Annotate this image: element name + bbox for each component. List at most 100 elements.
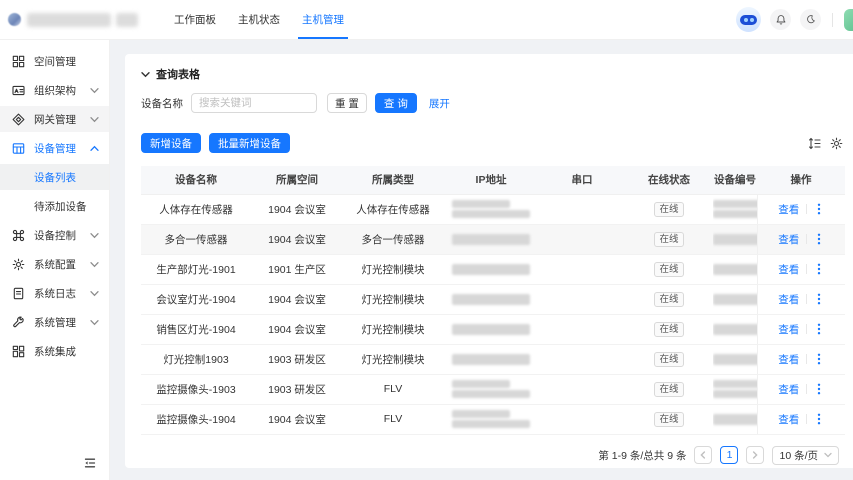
cell-space: 1901 生产区 — [251, 254, 343, 285]
view-link[interactable]: 查看 — [778, 352, 799, 367]
sidebar-item[interactable]: 设备管理 — [0, 135, 109, 161]
more-actions-dots-icon[interactable] — [814, 293, 824, 305]
query-section-toggle[interactable]: 查询表格 — [141, 66, 845, 82]
cell-type: FLV — [343, 404, 443, 435]
action-divider — [806, 204, 808, 214]
app-logo-redacted-2 — [116, 12, 138, 27]
redacted-value — [713, 200, 757, 218]
sidebar-menu: 空间管理 组织架构 网关管理 设备管理 设备列表 待添加设备 设备控制 系统配置… — [0, 48, 109, 367]
view-link[interactable]: 查看 — [778, 322, 799, 337]
top-nav-tab[interactable]: 主机管理 — [298, 0, 348, 39]
online-status-badge: 在线 — [654, 261, 684, 277]
chevron-icon — [90, 115, 99, 124]
top-nav-tab[interactable]: 主机状态 — [234, 0, 284, 39]
top-nav-tab[interactable]: 工作面板 — [170, 0, 220, 39]
table-row[interactable]: 灯光控制1903 1903 研发区 灯光控制模块 在线 查看 — [141, 344, 845, 375]
table-settings-gear-icon[interactable] — [830, 137, 843, 150]
more-actions-dots-icon[interactable] — [814, 323, 824, 335]
chevron-icon — [90, 86, 99, 95]
cell-serial — [539, 344, 625, 375]
online-status-badge: 在线 — [654, 291, 684, 307]
dark-mode-moon-icon[interactable] — [800, 9, 821, 30]
grid-icon — [12, 55, 25, 68]
sidebar-item[interactable]: 组织架构 — [0, 77, 109, 103]
sidebar-item[interactable]: 系统日志 — [0, 280, 109, 306]
page-number-1[interactable]: 1 — [720, 446, 739, 464]
cell-space: 1903 研发区 — [251, 344, 343, 375]
sidebar-item[interactable]: 设备控制 — [0, 222, 109, 248]
more-actions-dots-icon[interactable] — [814, 413, 824, 425]
cell-space: 1904 会议室 — [251, 314, 343, 345]
prev-page-button[interactable] — [694, 446, 713, 464]
table-row[interactable]: 会议室灯光-1904 1904 会议室 灯光控制模块 在线 查看 — [141, 284, 845, 315]
sidebar-item-label: 系统集成 — [34, 345, 76, 358]
notification-bell-icon[interactable] — [770, 9, 791, 30]
action-divider — [806, 384, 808, 394]
sidebar-subitem[interactable]: 设备列表 — [0, 164, 109, 190]
top-header: 工作面板 主机状态 主机管理 — [0, 0, 853, 40]
sidebar-item-label: 空间管理 — [34, 55, 76, 68]
sidebar-item[interactable]: 系统配置 — [0, 251, 109, 277]
redacted-value — [452, 200, 530, 218]
more-actions-dots-icon[interactable] — [814, 353, 824, 365]
sidebar-item[interactable]: 网关管理 — [0, 106, 109, 132]
top-nav: 工作面板 主机状态 主机管理 — [170, 0, 348, 39]
next-page-button[interactable] — [746, 446, 765, 464]
header-actions — [736, 7, 853, 32]
sidebar-subitem[interactable]: 待添加设备 — [0, 193, 109, 219]
cell-device-number-redacted — [713, 404, 757, 435]
cell-actions: 查看 — [756, 374, 845, 405]
table-row[interactable]: 监控摄像头-1904 1904 会议室 FLV 在线 查看 — [141, 404, 845, 435]
cell-serial — [539, 284, 625, 315]
table-row[interactable]: 销售区灯光-1904 1904 会议室 灯光控制模块 在线 查看 — [141, 314, 845, 345]
cell-status: 在线 — [625, 404, 713, 435]
cell-space: 1903 研发区 — [251, 374, 343, 405]
cell-status: 在线 — [625, 224, 713, 255]
redacted-value — [713, 380, 757, 398]
page-size-select[interactable]: 10 条/页 — [772, 445, 839, 465]
control-icon — [12, 229, 25, 242]
table-toolbar-icons — [808, 137, 845, 150]
view-link[interactable]: 查看 — [778, 262, 799, 277]
table-row[interactable]: 人体存在传感器 1904 会议室 人体存在传感器 在线 查看 — [141, 194, 845, 225]
view-link[interactable]: 查看 — [778, 292, 799, 307]
view-link[interactable]: 查看 — [778, 202, 799, 217]
row-density-icon[interactable] — [808, 137, 821, 150]
cell-type: 灯光控制模块 — [343, 254, 443, 285]
redacted-value — [452, 263, 530, 275]
search-button[interactable]: 查 询 — [374, 93, 417, 113]
table-row[interactable]: 多合一传感器 1904 会议室 多合一传感器 在线 查看 — [141, 224, 845, 255]
sidebar-item[interactable]: 空间管理 — [0, 48, 109, 74]
view-link[interactable]: 查看 — [778, 232, 799, 247]
chevron-icon — [90, 231, 99, 240]
add-device-button[interactable]: 新增设备 — [141, 133, 201, 153]
redacted-value — [452, 353, 530, 365]
more-actions-dots-icon[interactable] — [814, 383, 824, 395]
cell-serial — [539, 224, 625, 255]
cell-device-number-redacted — [713, 224, 757, 255]
view-link[interactable]: 查看 — [778, 382, 799, 397]
gear-icon — [12, 258, 25, 271]
cell-status: 在线 — [625, 254, 713, 285]
file-icon — [12, 287, 25, 300]
view-link[interactable]: 查看 — [778, 412, 799, 427]
more-actions-dots-icon[interactable] — [814, 203, 824, 215]
online-status-badge: 在线 — [654, 381, 684, 397]
sidebar-collapse-icon[interactable] — [83, 456, 97, 470]
sidebar-item[interactable]: 系统管理 — [0, 309, 109, 335]
sidebar-item-label: 组织架构 — [34, 84, 76, 97]
redacted-value — [713, 413, 757, 425]
user-avatar[interactable] — [844, 8, 853, 31]
table-row[interactable]: 生产部灯光-1901 1901 生产区 灯光控制模块 在线 查看 — [141, 254, 845, 285]
expand-link[interactable]: 展开 — [429, 96, 450, 111]
more-actions-dots-icon[interactable] — [814, 233, 824, 245]
column-header: 在线状态 — [625, 166, 713, 195]
reset-button[interactable]: 重 置 — [327, 93, 367, 113]
batch-add-device-button[interactable]: 批量新增设备 — [209, 133, 290, 153]
assistant-robot-icon[interactable] — [736, 7, 761, 32]
device-name-input[interactable] — [191, 93, 317, 113]
sidebar-item[interactable]: 系统集成 — [0, 338, 109, 364]
table-row[interactable]: 监控摄像头-1903 1903 研发区 FLV 在线 查看 — [141, 374, 845, 405]
table-toolbar: 新增设备 批量新增设备 — [141, 133, 845, 153]
more-actions-dots-icon[interactable] — [814, 263, 824, 275]
